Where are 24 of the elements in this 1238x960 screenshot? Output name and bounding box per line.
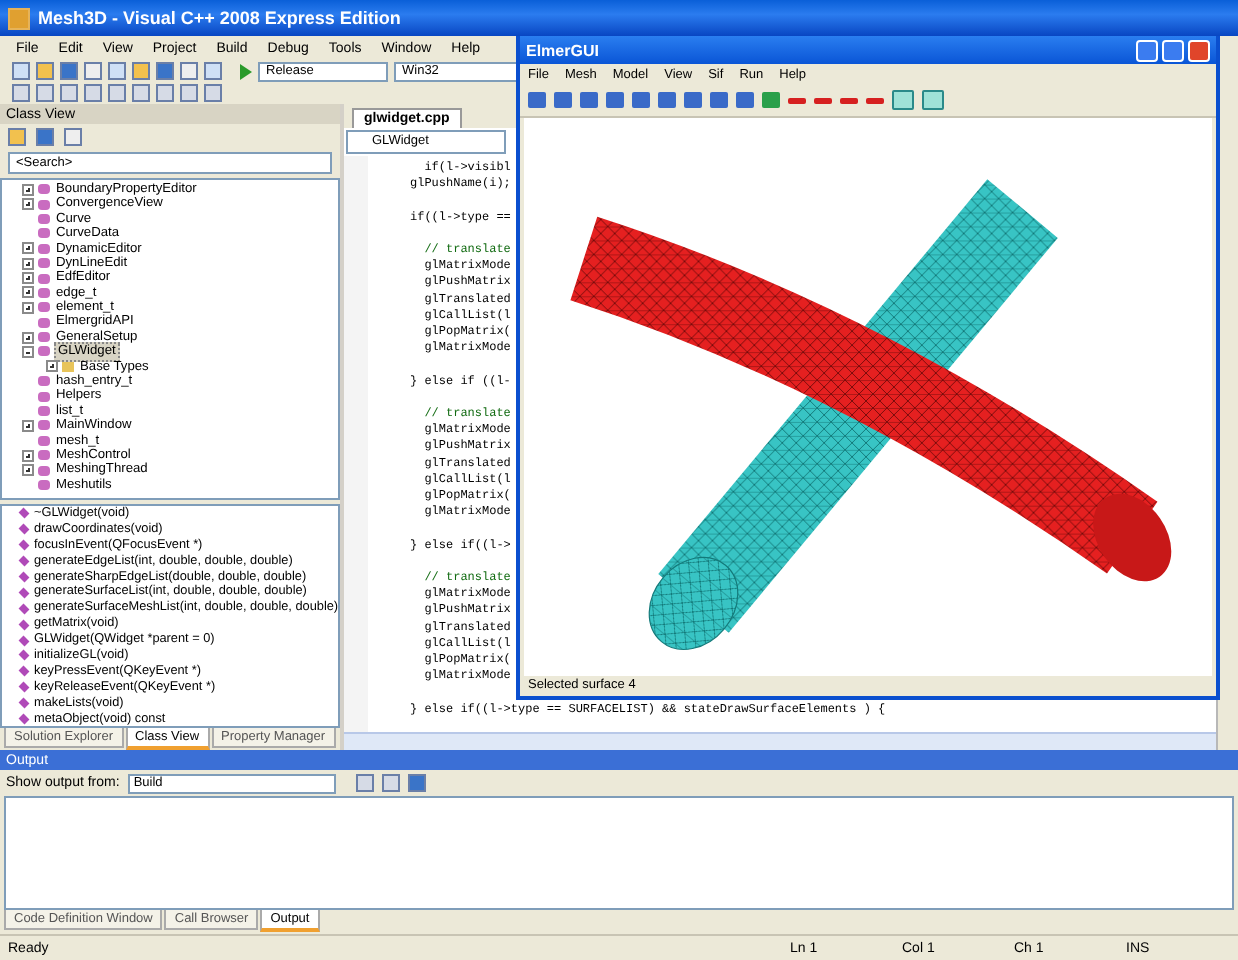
plus-icon[interactable] [22,198,34,211]
p-icon[interactable] [922,90,944,110]
window-title: ElmerGUI [526,41,599,59]
window-title: Mesh3D - Visual C++ 2008 Express Edition [38,8,401,28]
close-icon[interactable] [1188,39,1210,61]
plus-icon[interactable] [22,272,34,285]
horizontal-scrollbar[interactable] [344,732,1216,750]
plus-icon[interactable] [22,242,34,255]
plus-icon[interactable] [22,257,34,270]
output-text-area[interactable] [4,796,1234,910]
plus-icon[interactable] [22,419,34,432]
minus-icon[interactable] [22,345,34,358]
minimize-icon[interactable] [1136,39,1158,61]
plus-icon[interactable] [22,301,34,314]
plus-icon[interactable] [22,464,34,477]
plus-icon[interactable] [22,183,34,196]
s-icon[interactable] [892,90,914,110]
maximize-icon[interactable] [1162,39,1184,61]
plus-icon[interactable] [22,449,34,462]
plus-icon[interactable] [46,360,58,373]
plus-icon[interactable] [22,331,34,344]
plus-icon[interactable] [22,286,34,299]
mesh-drawing[interactable] [569,178,1172,649]
app-icon [8,7,30,29]
